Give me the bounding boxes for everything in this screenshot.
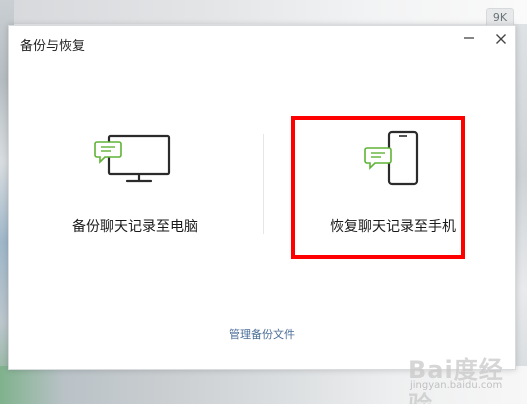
watermark-url: jingyan.baidu.com (410, 380, 503, 391)
manage-backups-link[interactable]: 管理备份文件 (9, 326, 515, 342)
backup-to-pc-label: 备份聊天记录至电脑 (72, 219, 198, 235)
minimize-button[interactable] (459, 30, 479, 50)
dialog-title: 备份与恢复 (20, 39, 86, 54)
options-divider (263, 134, 264, 234)
monitor-chat-icon (94, 134, 171, 183)
restore-to-phone-option[interactable]: 恢复聊天记录至手机 (283, 106, 503, 256)
phone-chat-icon (364, 130, 419, 186)
minimize-icon (464, 37, 474, 39)
screen: 9K 备份与恢复 备份聊天记录至电脑 恢复聊天记录至手机 管理备份文件 Bai度… (0, 0, 527, 404)
close-button[interactable] (491, 30, 511, 50)
backup-restore-dialog: 备份与恢复 备份聊天记录至电脑 恢复聊天记录至手机 管理备份文件 (8, 25, 516, 370)
restore-to-phone-label: 恢复聊天记录至手机 (330, 219, 456, 235)
background-window-top (0, 0, 527, 24)
backup-to-pc-option[interactable]: 备份聊天记录至电脑 (25, 106, 245, 256)
close-icon (496, 34, 506, 44)
watermark: Bai度经验 jingyan.baidu.com (408, 346, 520, 404)
watermark-logo: Bai度经验 (408, 356, 504, 404)
